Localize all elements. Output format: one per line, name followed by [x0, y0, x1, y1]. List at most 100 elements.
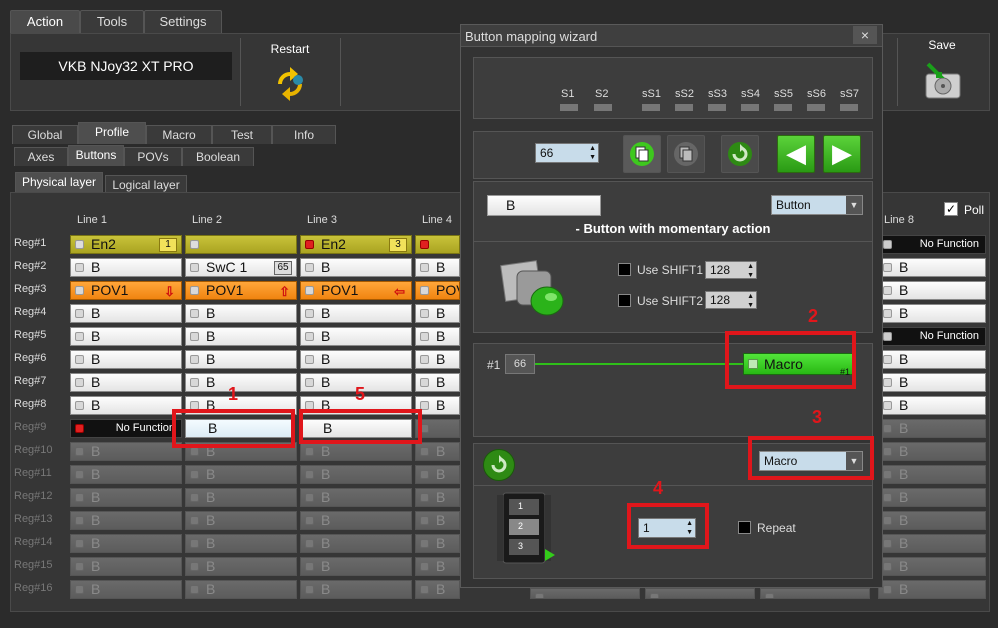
button-cell[interactable]: B — [70, 327, 182, 346]
button-cell[interactable]: B — [878, 534, 986, 553]
button-cell[interactable]: B — [185, 304, 297, 323]
button-cell[interactable]: B — [300, 580, 412, 599]
button-cell[interactable] — [415, 235, 460, 254]
button-cell[interactable]: B — [70, 511, 182, 530]
button-cell[interactable]: B — [300, 465, 412, 484]
button-cell[interactable]: B — [300, 557, 412, 576]
button-cell[interactable]: B — [185, 327, 297, 346]
button-cell[interactable]: B — [185, 557, 297, 576]
button-cell[interactable]: B — [70, 258, 182, 277]
button-cell[interactable]: B — [878, 488, 986, 507]
poll-checkbox[interactable]: ✓ — [944, 202, 958, 216]
previous-button[interactable]: ◀ — [777, 135, 815, 173]
button-cell[interactable]: B — [878, 373, 986, 392]
repeat-checkbox[interactable] — [738, 521, 751, 534]
button-cell[interactable]: B — [878, 419, 986, 438]
button-cell[interactable]: B — [878, 281, 986, 300]
button-cell[interactable]: B — [300, 534, 412, 553]
button-cell[interactable] — [645, 588, 755, 599]
tab-test[interactable]: Test — [212, 125, 272, 144]
button-cell[interactable]: B — [185, 350, 297, 369]
function-reset-button[interactable] — [483, 449, 515, 481]
button-cell[interactable] — [530, 588, 640, 599]
button-cell[interactable]: B — [70, 465, 182, 484]
button-cell[interactable]: B — [415, 465, 460, 484]
button-cell[interactable]: En2 3 — [300, 235, 412, 254]
button-cell[interactable]: B — [878, 557, 986, 576]
button-cell[interactable]: En2 1 — [70, 235, 182, 254]
button-cell[interactable]: B — [878, 396, 986, 415]
button-cell[interactable]: B — [70, 304, 182, 323]
tab-profile[interactable]: Profile — [78, 122, 146, 144]
button-cell[interactable]: B — [185, 373, 297, 392]
close-button[interactable]: × — [853, 26, 877, 44]
tab-macro[interactable]: Macro — [146, 125, 212, 144]
button-cell[interactable]: B — [70, 534, 182, 553]
button-cell[interactable]: B — [415, 442, 460, 461]
button-cell[interactable]: B — [300, 327, 412, 346]
button-cell[interactable]: B — [185, 465, 297, 484]
button-cell[interactable]: B — [415, 350, 460, 369]
menu-settings[interactable]: Settings — [144, 10, 222, 33]
shift2-spinner[interactable]: 128 ▲ ▼ — [705, 291, 757, 309]
use-shift2-checkbox[interactable] — [618, 294, 631, 307]
save-button[interactable] — [922, 60, 962, 102]
button-cell[interactable]: POV1 ⇩ — [70, 281, 182, 300]
button-cell[interactable] — [185, 235, 297, 254]
menu-action[interactable]: Action — [10, 10, 80, 33]
button-type-select[interactable]: Button ▼ — [771, 195, 863, 215]
button-cell[interactable]: B — [415, 258, 460, 277]
tab-buttons[interactable]: Buttons — [68, 145, 124, 166]
button-cell[interactable]: B — [70, 488, 182, 507]
tab-global[interactable]: Global — [12, 125, 78, 144]
use-shift1-checkbox[interactable] — [618, 263, 631, 276]
menu-tools[interactable]: Tools — [80, 10, 144, 33]
button-cell[interactable]: B — [70, 396, 182, 415]
tab-axes[interactable]: Axes — [14, 147, 68, 166]
button-cell[interactable]: B — [878, 465, 986, 484]
button-cell[interactable]: B — [300, 258, 412, 277]
button-cell[interactable]: B — [185, 580, 297, 599]
button-cell[interactable] — [760, 588, 870, 599]
button-cell[interactable]: B — [300, 488, 412, 507]
button-cell[interactable]: B — [415, 488, 460, 507]
paste-button[interactable] — [667, 135, 705, 173]
button-cell[interactable]: B — [300, 350, 412, 369]
button-cell[interactable]: No Function — [878, 327, 986, 346]
tab-info[interactable]: Info — [272, 125, 336, 144]
button-cell[interactable]: B — [415, 534, 460, 553]
button-cell[interactable]: B — [878, 580, 986, 599]
tab-boolean[interactable]: Boolean — [182, 147, 254, 166]
tab-povs[interactable]: POVs — [124, 147, 182, 166]
button-cell[interactable]: B — [415, 511, 460, 530]
restart-button[interactable] — [270, 64, 310, 104]
button-cell[interactable]: No Function — [70, 419, 182, 438]
button-cell[interactable]: B — [878, 258, 986, 277]
button-cell[interactable]: POV — [415, 281, 460, 300]
button-cell[interactable]: B — [415, 557, 460, 576]
button-cell[interactable]: B — [415, 327, 460, 346]
button-cell[interactable]: B — [70, 557, 182, 576]
button-cell[interactable]: B — [185, 488, 297, 507]
button-cell[interactable]: No Function — [878, 235, 986, 254]
button-cell[interactable]: B — [185, 534, 297, 553]
button-cell[interactable]: B — [70, 373, 182, 392]
button-cell[interactable]: B — [300, 442, 412, 461]
button-cell[interactable]: B — [415, 580, 460, 599]
reset-button[interactable] — [721, 135, 759, 173]
button-cell[interactable]: B — [878, 442, 986, 461]
button-name-field[interactable]: B — [487, 195, 601, 216]
button-number-spinner[interactable]: 66 ▲ ▼ — [535, 143, 599, 163]
button-cell[interactable]: B — [70, 350, 182, 369]
button-cell[interactable]: B — [185, 511, 297, 530]
button-cell[interactable]: B — [70, 580, 182, 599]
next-button[interactable]: ▶ — [823, 135, 861, 173]
button-cell[interactable]: B — [415, 373, 460, 392]
button-cell[interactable]: B — [878, 350, 986, 369]
copy-button[interactable] — [623, 135, 661, 173]
button-cell[interactable]: POV1 ⇧ — [185, 281, 297, 300]
button-cell[interactable]: POV1 ⇦ — [300, 281, 412, 300]
button-cell[interactable]: B — [300, 304, 412, 323]
button-cell[interactable]: B — [300, 511, 412, 530]
tab-physical-layer[interactable]: Physical layer — [15, 172, 103, 193]
